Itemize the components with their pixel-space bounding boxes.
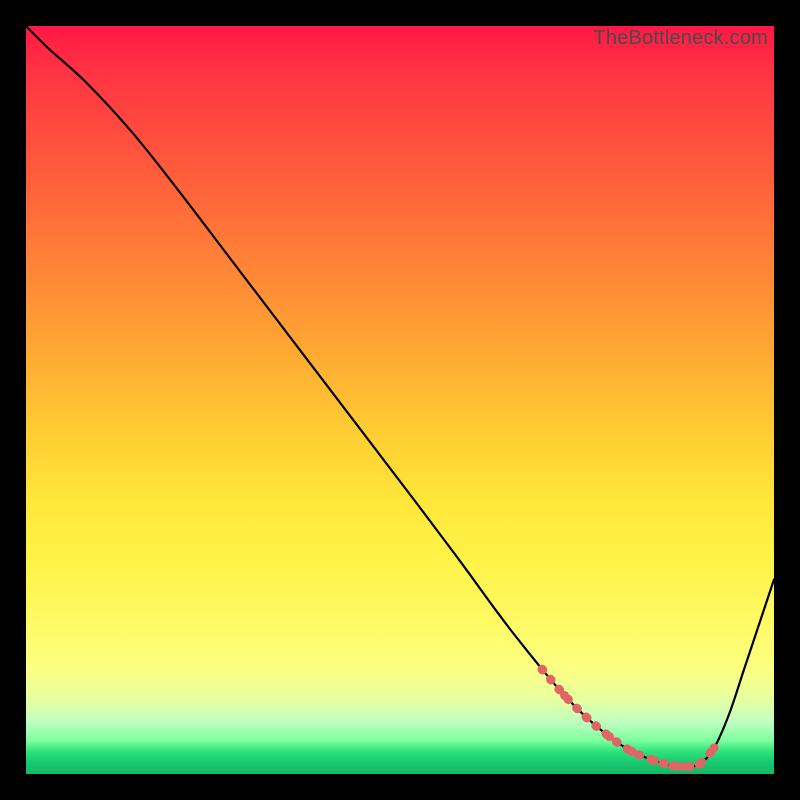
bottleneck-curve	[26, 26, 774, 767]
chart-overlay	[26, 26, 774, 774]
highlight-dot	[669, 761, 678, 770]
highlight-dot	[583, 713, 592, 722]
highlight-dot	[710, 743, 719, 752]
highlight-dot	[627, 747, 636, 756]
gradient-plot-area: TheBottleneck.com	[26, 26, 774, 774]
highlight-dot	[560, 691, 569, 700]
highlight-dot	[538, 665, 547, 674]
highlight-dot	[650, 756, 659, 765]
highlight-dot	[695, 760, 704, 769]
highlight-dot	[680, 762, 689, 771]
curve-highlight-dots	[538, 665, 719, 771]
highlight-dot	[605, 732, 614, 741]
